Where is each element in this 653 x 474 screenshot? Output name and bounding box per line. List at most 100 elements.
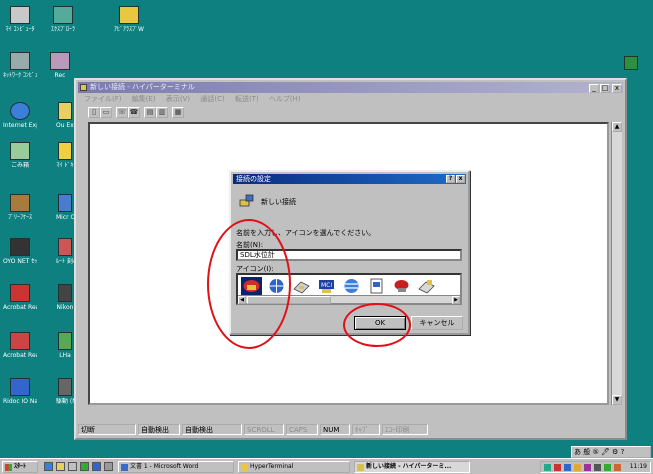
tray-network-icon[interactable] — [544, 464, 551, 471]
taskbar: ｽﾀｰﾄ 文書 1 - Microsoft Word HyperTerminal… — [0, 458, 653, 474]
quicklaunch-extra-icon[interactable] — [104, 462, 113, 471]
scroll-thumb[interactable] — [247, 296, 331, 304]
windows-flag-icon — [5, 464, 12, 471]
ridoc-io-navi-icon[interactable]: Ridoc IO Navi — [3, 378, 37, 405]
status-connection: 切断 — [78, 424, 136, 435]
tray-antivirus-icon[interactable] — [554, 464, 561, 471]
name-input[interactable] — [236, 249, 462, 261]
disconnect-icon[interactable]: ☎ — [128, 107, 140, 118]
fax-modem-icon[interactable] — [416, 277, 437, 295]
window-titlebar[interactable]: 新しい接続 - ハイパーターミナル _ □ x — [78, 82, 623, 93]
scroll-right-icon[interactable]: ▶ — [452, 296, 460, 304]
properties-icon[interactable]: ▦ — [172, 107, 184, 118]
close-button[interactable]: x — [612, 84, 622, 93]
document-icon[interactable] — [366, 277, 387, 295]
quicklaunch-outlook-icon[interactable] — [56, 462, 65, 471]
ime-toolbar[interactable]: あ 般 ⑤ 🖊 ⚙ ? — [571, 446, 651, 458]
nikon-icon[interactable]: Nikon — [56, 284, 74, 311]
cancel-button[interactable]: キャンセル — [411, 316, 463, 330]
quicklaunch-ie-icon[interactable] — [44, 462, 53, 471]
connection-settings-dialog: 接続の設定 ? x 新しい接続 名前を入力し、アイコンを選んでください。 名前(… — [229, 170, 470, 335]
status-scroll: SCROLL — [244, 424, 284, 435]
vertical-scrollbar[interactable]: ▲ ▼ — [611, 122, 622, 405]
send-icon[interactable]: ▤ — [144, 107, 156, 118]
open-folder-icon[interactable]: ▭ — [100, 107, 112, 118]
status-detect-1: 自動検出 — [138, 424, 180, 435]
internet-explorer-icon[interactable]: Internet Explorer — [3, 102, 37, 129]
status-detect-2: 自動検出 — [182, 424, 242, 435]
modem-icon[interactable] — [291, 277, 312, 295]
hyperterminal-task-icon — [357, 464, 364, 471]
lha-icon[interactable]: LHa — [56, 332, 74, 359]
svg-text:MCI: MCI — [321, 282, 332, 289]
status-caps: CAPS — [286, 424, 318, 435]
menu-call[interactable]: 通話(C) — [200, 95, 224, 103]
receive-icon[interactable]: ▥ — [156, 107, 168, 118]
menu-help[interactable]: ヘルプ(H) — [269, 95, 301, 103]
network-computer-icon[interactable]: ﾈｯﾄﾜｰｸ ｺﾝﾋﾟｭｰﾀ — [3, 52, 37, 79]
start-label: ｽﾀｰﾄ — [14, 463, 27, 470]
clock[interactable]: 11:19 — [630, 462, 647, 472]
word-app-icon[interactable]: ｱﾋﾟｱﾗｽﾌﾟW — [106, 6, 152, 33]
globe-icon[interactable] — [266, 277, 287, 295]
task-new-connection[interactable]: 新しい接続 - ハイパーターミ... — [354, 461, 470, 473]
quicklaunch-channel-icon[interactable] — [80, 462, 89, 471]
route-icon[interactable]: ﾙｰﾄ 刻み — [56, 238, 74, 265]
icon-list[interactable]: MCI ◀ ▶ — [236, 273, 462, 305]
quicklaunch-app-icon[interactable] — [92, 462, 101, 471]
acrobat-reader-5-icon[interactable]: Acrobat Reader 5.0 — [3, 284, 37, 311]
excel-shortcut-icon[interactable] — [622, 56, 640, 72]
explorer-icon[interactable]: ｴｸｽﾌﾟﾛｰﾗ — [46, 6, 80, 33]
task-hyperterminal-label: HyperTerminal — [250, 463, 294, 470]
outlook-express-icon[interactable]: Ou Exp — [56, 102, 74, 129]
red-phone-icon[interactable] — [241, 277, 262, 295]
recorder-icon[interactable]: Rec — [46, 52, 74, 79]
toolbar: ▯ ▭ ☏ ☎ ▤ ▥ ▦ — [78, 106, 623, 120]
recycle-bin-icon[interactable]: ごみ箱 — [3, 142, 37, 169]
scroll-down-icon[interactable]: ▼ — [612, 395, 622, 405]
microsoft-outlook-icon[interactable]: Micr Out — [56, 194, 74, 221]
menu-transfer[interactable]: 転送(T) — [235, 95, 259, 103]
task-new-connection-label: 新しい接続 - ハイパーターミ... — [366, 463, 452, 470]
tray-status-icon[interactable] — [604, 464, 611, 471]
scroll-up-icon[interactable]: ▲ — [612, 122, 622, 132]
tray-misc-icon[interactable] — [594, 464, 601, 471]
acrobat-reader-4-icon[interactable]: Acrobat Reader 4.0 — [3, 332, 37, 359]
tray-ime-icon[interactable] — [584, 464, 591, 471]
mci-icon[interactable]: MCI — [316, 277, 337, 295]
scroll-left-icon[interactable]: ◀ — [238, 296, 246, 304]
help-button[interactable]: ? — [446, 175, 455, 183]
status-num: NUM — [320, 424, 350, 435]
tray-app-icon[interactable] — [574, 464, 581, 471]
net-drive-icon[interactable]: 駆動 (Net — [56, 378, 74, 405]
quicklaunch-desktop-icon[interactable] — [68, 462, 77, 471]
my-documents-icon[interactable]: ﾏｲ ﾄﾞｷ — [56, 142, 74, 169]
task-word[interactable]: 文書 1 - Microsoft Word — [118, 461, 234, 473]
new-file-icon[interactable]: ▯ — [88, 107, 100, 118]
dialog-title: 接続の設定 — [236, 175, 271, 183]
red-telephone-icon[interactable] — [391, 277, 412, 295]
menu-edit[interactable]: 編集(E) — [132, 95, 156, 103]
folder-task-icon — [241, 464, 248, 471]
menu-view[interactable]: 表示(V) — [166, 95, 190, 103]
att-globe-icon[interactable] — [341, 277, 362, 295]
tray-printer-icon[interactable] — [614, 464, 621, 471]
my-computer-icon[interactable]: ﾏｲ ｺﾝﾋﾟｭｰﾀ — [3, 6, 37, 33]
tray-volume-icon[interactable] — [564, 464, 571, 471]
minimize-button[interactable]: _ — [589, 84, 599, 93]
system-tray: 11:19 — [540, 461, 651, 473]
menu-file[interactable]: ファイル(F) — [84, 95, 122, 103]
dialog-close-button[interactable]: x — [456, 175, 465, 183]
status-capture: ｷｬﾌﾟ — [352, 424, 380, 435]
connection-icon — [239, 194, 254, 207]
dialog-titlebar[interactable]: 接続の設定 ? x — [233, 174, 466, 184]
window-title: 新しい接続 - ハイパーターミナル — [90, 83, 195, 91]
start-button[interactable]: ｽﾀｰﾄ — [2, 461, 38, 473]
maximize-button[interactable]: □ — [600, 84, 610, 93]
briefcase-icon[interactable]: ﾌﾞﾘｰﾌｹｰｽ — [3, 194, 37, 221]
call-icon[interactable]: ☏ — [116, 107, 128, 118]
ok-button[interactable]: OK — [354, 316, 406, 330]
task-hyperterminal-folder[interactable]: HyperTerminal — [238, 461, 350, 473]
icon-list-scrollbar[interactable]: ◀ ▶ — [238, 295, 460, 304]
oyo-net-setup-icon[interactable]: OYO NET ｾｯﾄｱｯﾌﾟ — [3, 238, 37, 265]
